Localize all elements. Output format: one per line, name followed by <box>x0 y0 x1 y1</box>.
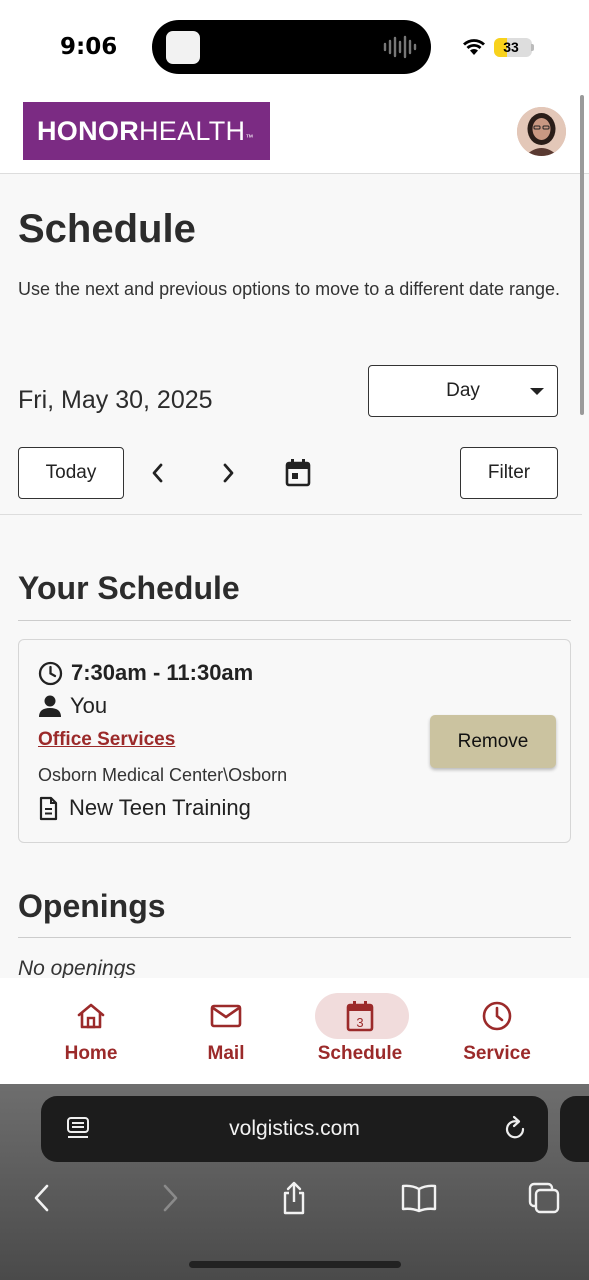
nav-tab-mail[interactable]: Mail <box>176 993 276 1073</box>
previous-button[interactable] <box>143 458 173 488</box>
person-icon <box>39 695 61 717</box>
home-icon <box>77 1003 105 1029</box>
browser-forward-button[interactable] <box>150 1180 190 1216</box>
scroll-indicator <box>580 95 584 415</box>
share-icon <box>283 1181 305 1215</box>
address-bar[interactable]: volgistics.com <box>41 1096 548 1162</box>
schedule-entry-card: 7:30am - 11:30am You Office Services Osb… <box>18 639 571 843</box>
entry-person: You <box>70 693 108 718</box>
browser-toolbar: volgistics.com <box>0 1084 589 1280</box>
nav-tab-service[interactable]: Service <box>447 993 547 1073</box>
nav-tab-home[interactable]: Home <box>41 993 141 1073</box>
tabs-icon <box>528 1182 560 1214</box>
url-text: volgistics.com <box>229 1117 360 1140</box>
openings-heading: Openings <box>18 888 166 924</box>
chevron-left-icon <box>34 1184 49 1212</box>
nav-label-mail: Mail <box>207 1043 245 1064</box>
entry-note: New Teen Training <box>69 795 251 820</box>
section-divider <box>0 514 582 515</box>
entry-service-link[interactable]: Office Services <box>38 729 175 751</box>
page-title: Schedule <box>18 207 196 251</box>
nav-label-schedule: Schedule <box>317 1043 403 1064</box>
filter-button[interactable]: Filter <box>460 447 558 499</box>
calendar-day-badge: 3 <box>356 1015 363 1030</box>
browser-back-button[interactable] <box>22 1180 62 1216</box>
next-tab-preview[interactable] <box>560 1096 589 1162</box>
avatar-photo-icon <box>517 107 566 156</box>
entry-location: Osborn Medical Center\Osborn <box>38 765 288 785</box>
chevron-left-icon <box>152 463 163 483</box>
calendar-icon: 3 <box>346 1001 374 1032</box>
date-picker-button[interactable] <box>283 458 313 488</box>
user-avatar[interactable] <box>517 107 566 156</box>
bottom-navigation: Home Mail 3 Schedule Service <box>0 978 589 1084</box>
caret-down-icon <box>530 388 544 395</box>
mail-icon <box>210 1004 242 1028</box>
document-icon <box>39 796 58 820</box>
status-bar: 9:06 33 <box>0 0 589 95</box>
battery-icon: 33 <box>494 38 532 57</box>
entry-time: 7:30am - 11:30am <box>71 660 254 685</box>
chevron-right-icon <box>163 1184 178 1212</box>
view-range-select[interactable]: Day <box>368 365 558 417</box>
nav-tab-schedule[interactable]: 3 Schedule <box>310 993 410 1073</box>
nav-label-home: Home <box>64 1043 118 1064</box>
app-header: HONORHEALTH™ <box>0 95 589 174</box>
clock-icon <box>482 1001 512 1031</box>
schedule-instructions: Use the next and previous options to mov… <box>18 279 561 299</box>
today-button[interactable]: Today <box>18 447 124 499</box>
dynamic-island <box>152 20 431 74</box>
honorhealth-logo[interactable]: HONORHEALTH™ <box>23 102 270 160</box>
heading-rule <box>18 937 571 938</box>
chevron-right-icon <box>223 463 234 483</box>
live-activity-app-icon <box>166 31 200 64</box>
wifi-icon <box>463 39 485 55</box>
view-range-value: Day <box>446 380 480 401</box>
share-button[interactable] <box>274 1180 314 1216</box>
home-indicator <box>189 1261 401 1268</box>
audio-wave-icon <box>383 35 417 59</box>
remove-button[interactable]: Remove <box>430 715 556 768</box>
status-time: 9:06 <box>60 34 118 60</box>
book-icon <box>401 1184 437 1213</box>
reload-icon[interactable] <box>502 1115 528 1143</box>
current-date: Fri, May 30, 2025 <box>18 386 213 414</box>
next-button[interactable] <box>213 458 243 488</box>
nav-label-service: Service <box>463 1043 531 1064</box>
calendar-icon <box>285 459 311 487</box>
clock-icon <box>38 661 63 685</box>
your-schedule-heading: Your Schedule <box>18 570 240 606</box>
battery-level: 33 <box>503 39 519 55</box>
heading-rule <box>18 620 571 621</box>
tabs-button[interactable] <box>524 1180 564 1216</box>
bookmarks-button[interactable] <box>399 1180 439 1216</box>
